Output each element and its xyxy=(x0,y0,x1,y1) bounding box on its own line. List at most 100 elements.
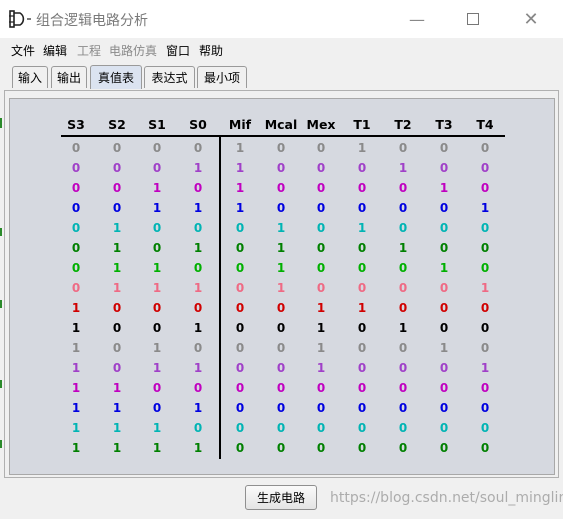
circuit-app-icon xyxy=(9,10,31,28)
table-cell: 1 xyxy=(152,181,162,195)
table-cell: 0 xyxy=(398,341,408,355)
table-cell: 0 xyxy=(71,241,81,255)
table-cell: 0 xyxy=(316,421,326,435)
table-cell: 0 xyxy=(439,281,449,295)
table-cell: 1 xyxy=(439,261,449,275)
table-cell: 0 xyxy=(112,181,122,195)
table-cell: 1 xyxy=(439,341,449,355)
minimize-button[interactable]: — xyxy=(389,0,445,38)
table-cell: 1 xyxy=(112,281,122,295)
maximize-icon xyxy=(467,13,479,25)
table-cell: 1 xyxy=(152,261,162,275)
table-cell: 0 xyxy=(276,361,286,375)
table-cell: 0 xyxy=(316,181,326,195)
table-cell: 0 xyxy=(398,201,408,215)
table-cell: 0 xyxy=(193,261,203,275)
table-cell: 0 xyxy=(439,221,449,235)
table-cell: 1 xyxy=(398,161,408,175)
table-cell: 0 xyxy=(276,401,286,415)
table-cell: 1 xyxy=(480,361,490,375)
table-cell: 0 xyxy=(316,161,326,175)
table-cell: 0 xyxy=(71,281,81,295)
table-cell: 0 xyxy=(439,441,449,455)
menu-edit[interactable]: 编辑 xyxy=(43,42,67,59)
table-cell: 0 xyxy=(112,301,122,315)
table-cell: 0 xyxy=(316,441,326,455)
tab-output[interactable]: 输出 xyxy=(51,66,87,88)
close-icon: ✕ xyxy=(523,8,539,30)
table-cell: 0 xyxy=(439,141,449,155)
table-cell: 1 xyxy=(276,281,286,295)
table-cell: 0 xyxy=(439,381,449,395)
table-cell: 1 xyxy=(152,441,162,455)
table-cell: 0 xyxy=(152,401,162,415)
table-cell: 0 xyxy=(480,261,490,275)
table-cell: 1 xyxy=(112,381,122,395)
watermark: https://blog.csdn.net/soul_mingling xyxy=(330,490,563,506)
table-cell: 0 xyxy=(112,361,122,375)
table-cell: 0 xyxy=(235,281,245,295)
tab-minterms[interactable]: 最小项 xyxy=(197,66,247,88)
tab-input[interactable]: 输入 xyxy=(12,66,48,88)
tab-expression[interactable]: 表达式 xyxy=(144,66,195,88)
table-cell: 0 xyxy=(112,341,122,355)
window-edge-fragment xyxy=(0,300,2,308)
menu-project[interactable]: 工程 xyxy=(77,42,101,59)
table-cell: 0 xyxy=(357,161,367,175)
table-cell: 0 xyxy=(71,201,81,215)
table-cell: 0 xyxy=(71,181,81,195)
table-cell: 0 xyxy=(316,381,326,395)
table-cell: 1 xyxy=(276,261,286,275)
table-cell: 1 xyxy=(316,321,326,335)
table-cell: 1 xyxy=(112,421,122,435)
table-cell: 1 xyxy=(235,161,245,175)
table-cell: 0 xyxy=(152,221,162,235)
table-cell: 1 xyxy=(439,181,449,195)
tab-truth-table[interactable]: 真值表 xyxy=(90,65,142,89)
header-divider xyxy=(61,135,505,137)
table-cell: 1 xyxy=(152,201,162,215)
table-cell: 1 xyxy=(316,301,326,315)
table-cell: 0 xyxy=(439,201,449,215)
table-cell: 1 xyxy=(193,201,203,215)
menu-window[interactable]: 窗口 xyxy=(166,42,190,59)
column-header-t1: T1 xyxy=(353,117,371,132)
table-cell: 0 xyxy=(480,241,490,255)
table-cell: 0 xyxy=(439,421,449,435)
table-cell: 0 xyxy=(276,341,286,355)
table-cell: 0 xyxy=(235,261,245,275)
table-cell: 0 xyxy=(357,441,367,455)
close-button[interactable]: ✕ xyxy=(503,0,559,38)
table-cell: 0 xyxy=(439,361,449,375)
table-cell: 1 xyxy=(357,301,367,315)
column-header-s0: S0 xyxy=(189,117,207,132)
table-cell: 1 xyxy=(112,241,122,255)
column-header-t3: T3 xyxy=(435,117,453,132)
table-cell: 0 xyxy=(316,201,326,215)
generate-circuit-button[interactable]: 生成电路 xyxy=(245,485,317,510)
table-cell: 1 xyxy=(193,361,203,375)
table-cell: 0 xyxy=(357,321,367,335)
table-cell: 1 xyxy=(112,441,122,455)
table-cell: 1 xyxy=(71,401,81,415)
table-cell: 0 xyxy=(357,261,367,275)
column-header-s2: S2 xyxy=(108,117,126,132)
menu-file[interactable]: 文件 xyxy=(11,42,35,59)
menu-circuit-simulation[interactable]: 电路仿真 xyxy=(109,42,157,59)
table-cell: 0 xyxy=(316,241,326,255)
table-cell: 0 xyxy=(152,161,162,175)
column-header-mif: Mif xyxy=(228,117,252,132)
maximize-button[interactable] xyxy=(445,0,501,38)
menu-help[interactable]: 帮助 xyxy=(199,42,223,59)
table-cell: 1 xyxy=(276,241,286,255)
table-cell: 0 xyxy=(235,401,245,415)
table-cell: 0 xyxy=(316,261,326,275)
table-cell: 0 xyxy=(439,301,449,315)
table-cell: 0 xyxy=(276,381,286,395)
table-cell: 0 xyxy=(193,341,203,355)
table-cell: 1 xyxy=(71,321,81,335)
table-cell: 0 xyxy=(480,301,490,315)
table-cell: 1 xyxy=(71,381,81,395)
table-cell: 1 xyxy=(71,361,81,375)
table-cell: 0 xyxy=(357,341,367,355)
